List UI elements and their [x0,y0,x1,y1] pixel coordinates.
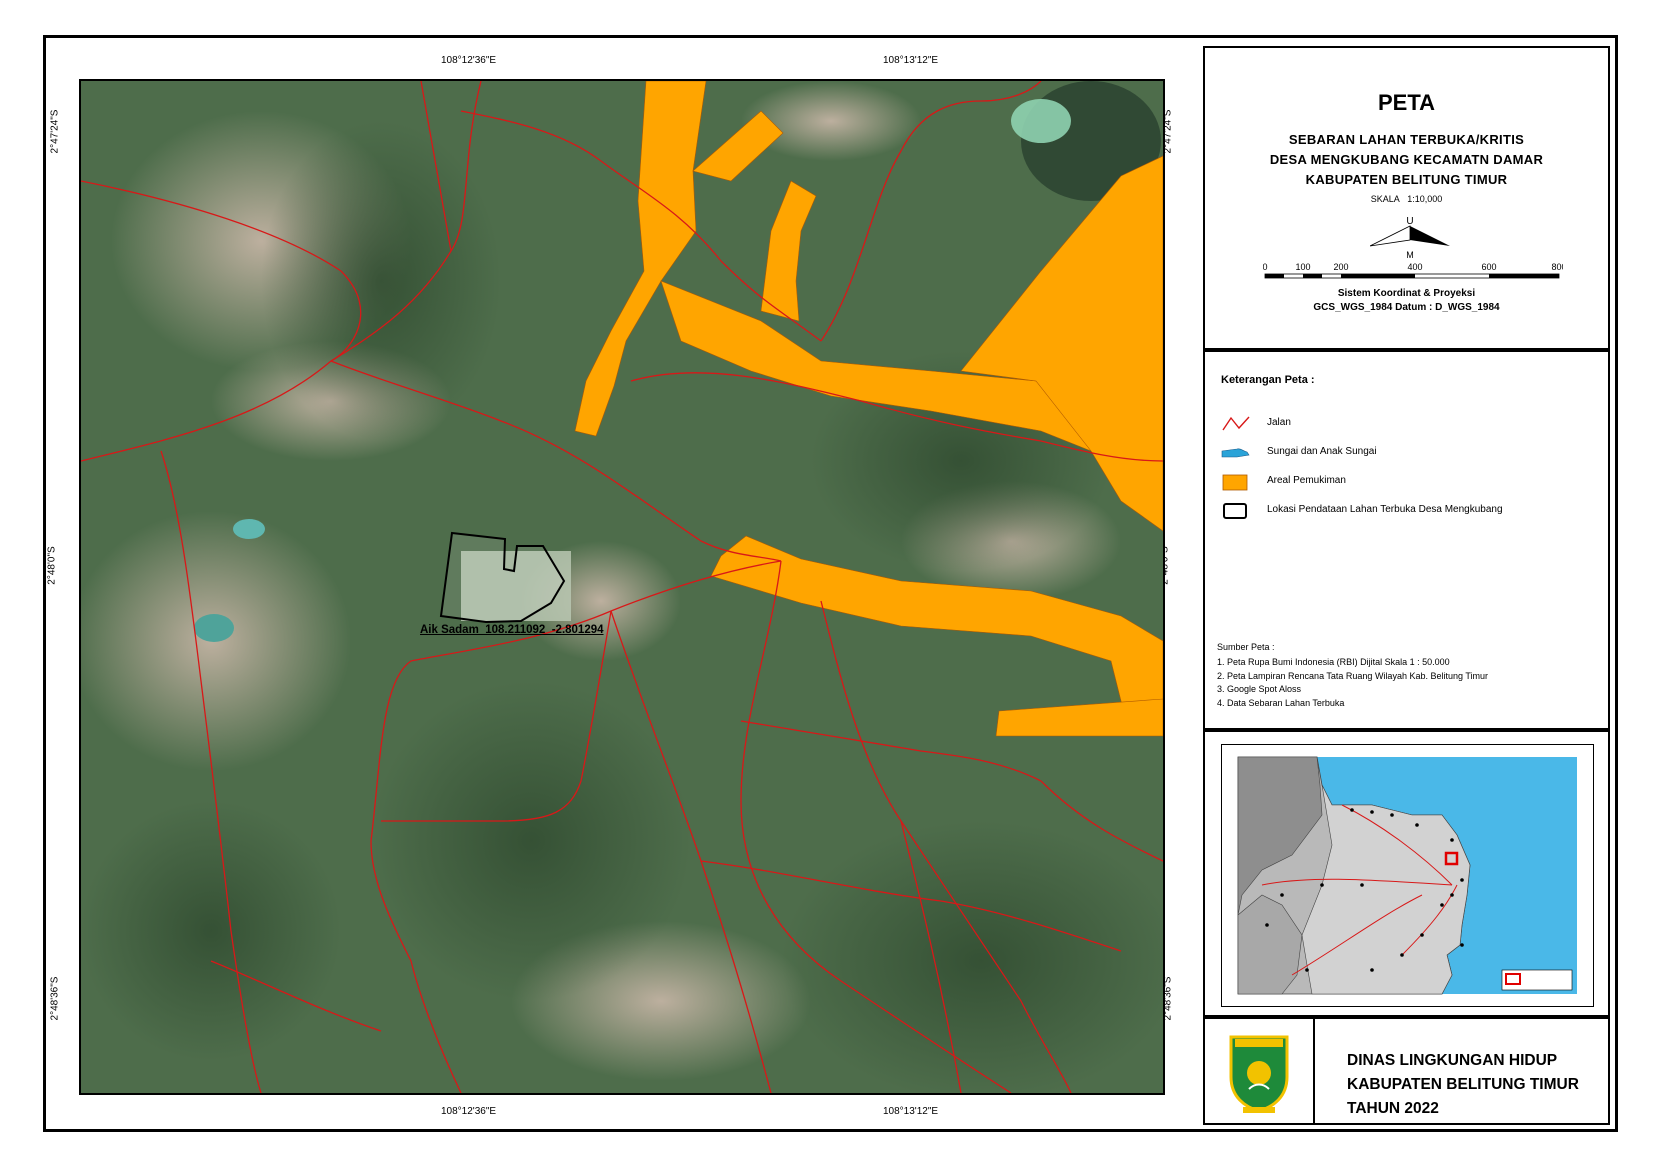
scale-value: 1:10,000 [1407,194,1443,204]
legend-title: Keterangan Peta : [1221,374,1315,386]
inset-map-canvas [1222,745,1593,1006]
scale-text: SKALA 1:10,000 [1205,194,1608,204]
scale-tick-label: 600 [1481,262,1496,272]
map-title-line-1: SEBARAN LAHAN TERBUKA/KRITIS [1288,132,1525,147]
source-item: 1. Peta Rupa Bumi Indonesia (RBI) Dijita… [1217,657,1450,667]
map-title-line-3: KABUPATEN BELITUNG TIMUR [1305,172,1508,187]
scale-label: SKALA [1370,194,1400,204]
scale-tick-label: 400 [1407,262,1422,272]
logo-cell [1205,1019,1315,1123]
north-arrow-bottom-label: M [1406,250,1414,260]
scale-tick-label: 0 [1263,262,1268,272]
organisation-text: DINAS LINGKUNGAN HIDUP KABUPATEN BELITUN… [1347,1049,1579,1121]
belitung-timur-crest-icon [1229,1035,1289,1113]
scale-tick-label: 200 [1333,262,1348,272]
coordinate-system-label: Sistem Koordinat & Proyeksi [1337,288,1476,299]
scale-bar: 0 100 200 400 600 800 [1262,262,1567,289]
organisation-line-1: DINAS LINGKUNGAN HIDUP [1347,1052,1558,1069]
site-outline-icon [1223,503,1247,519]
map-title-line-2: DESA MENGKUBANG KECAMATN DAMAR [1269,152,1544,167]
map-heading: PETA [1377,90,1436,115]
sources-list: 1. Peta Rupa Bumi Indonesia (RBI) Dijita… [1217,656,1488,710]
title-panel: PETA SEBARAN LAHAN TERBUKA/KRITIS DESA M… [1203,46,1610,350]
legend-label: Sungai dan Anak Sungai [1267,446,1377,457]
sources-title: Sumber Peta : [1217,642,1275,652]
organisation-line-3: TAHUN 2022 [1347,1100,1439,1117]
lat-label-left-mid: 2°48'0"S [46,546,58,585]
lon-label-bottom-left: 108°12'36"E [441,1106,497,1117]
legend-label: Areal Pemukiman [1267,475,1346,486]
survey-site-label: Aik Sadam_108.211092_-2.801294 [420,624,604,636]
lon-label-top-left: 108°12'36"E [441,55,497,66]
map-canvas [81,81,1163,1093]
source-item: 4. Data Sebaran Lahan Terbuka [1217,697,1345,708]
inset-map-panel [1203,730,1610,1017]
lat-label-left-bottom: 2°48'36"S [49,976,61,1021]
river-icon [1221,448,1250,458]
lon-label-top-right: 108°13'12"E [883,55,939,66]
road-line-icon [1222,416,1250,431]
datum-label: GCS_WGS_1984 Datum : D_WGS_1984 [1313,302,1500,313]
legend-label: Lokasi Pendataan Lahan Terbuka Desa Meng… [1267,504,1503,515]
settlement-area-icon [1222,474,1248,491]
source-item: 2. Peta Lampiran Rencana Tata Ruang Wila… [1217,670,1488,681]
inset-map[interactable] [1221,744,1594,1007]
north-arrow-icon: U M [1369,214,1450,269]
main-map[interactable] [79,79,1165,1095]
organisation-line-2: KABUPATEN BELITUNG TIMUR [1347,1076,1579,1093]
legend-panel: Keterangan Peta : Jalan Sungai dan Anak … [1203,350,1610,730]
organisation-panel: DINAS LINGKUNGAN HIDUP KABUPATEN BELITUN… [1203,1017,1610,1125]
source-item: 3. Google Spot Aloss [1217,684,1302,694]
scale-tick-label: 800 [1551,262,1563,272]
scale-tick-label: 100 [1295,262,1310,272]
legend-label: Jalan [1267,417,1291,428]
lat-label-left-top: 2°47'24"S [49,109,61,154]
north-arrow-top-label: U [1406,216,1413,227]
lon-label-bottom-right: 108°13'12"E [883,1106,939,1117]
